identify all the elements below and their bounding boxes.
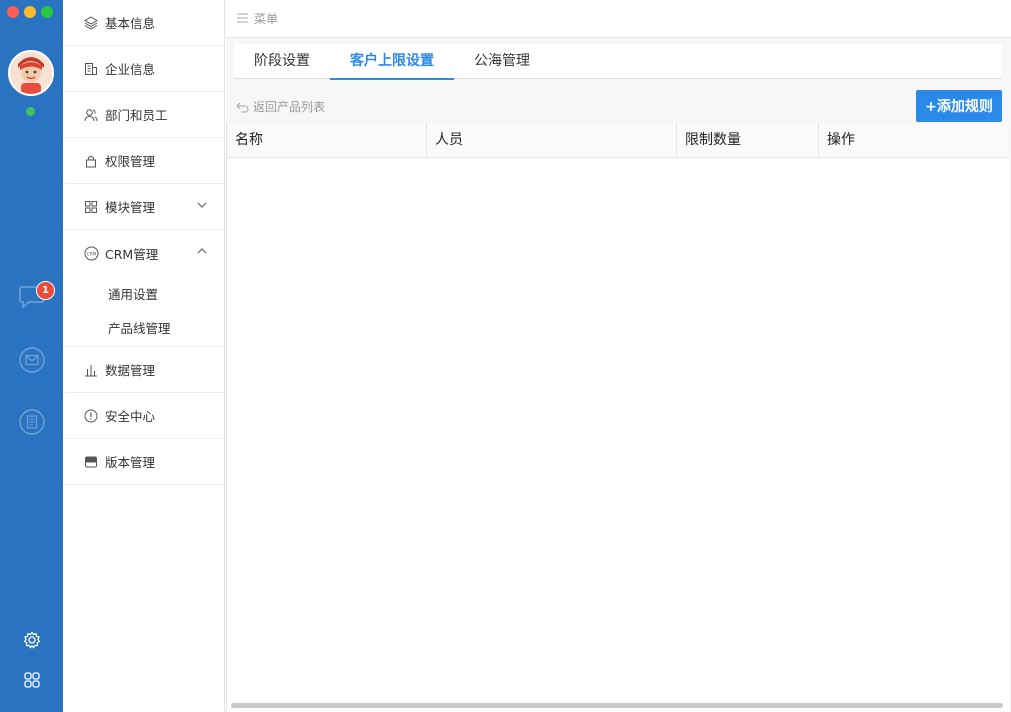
crm-icon: CRM: [83, 245, 99, 261]
online-status-dot: [26, 107, 35, 116]
column-header-limit: 限制数量: [677, 123, 819, 158]
sidebar-item-label: 版本管理: [105, 455, 156, 470]
sidebar-subitem-general-settings[interactable]: 通用设置: [63, 276, 224, 310]
crm-submenu: 通用设置 产品线管理: [63, 276, 224, 347]
sidebar-item-security[interactable]: 安全中心: [63, 393, 224, 439]
sidebar-item-crm[interactable]: CRM CRM管理: [63, 230, 224, 276]
mail-icon[interactable]: [16, 344, 48, 376]
chevron-down-icon[interactable]: [196, 199, 208, 211]
menu-icon[interactable]: [237, 12, 248, 26]
tab-bar: 阶段设置 客户上限设置 公海管理: [234, 44, 1002, 80]
add-rule-button[interactable]: +添加规则: [916, 90, 1002, 122]
unread-badge: 1: [36, 281, 55, 300]
avatar[interactable]: [8, 50, 54, 96]
sidebar-item-departments[interactable]: 部门和员工: [63, 92, 224, 138]
sidebar-item-version[interactable]: 版本管理: [63, 439, 224, 485]
settings-icon[interactable]: [16, 624, 48, 656]
horizontal-scrollbar[interactable]: [231, 703, 1003, 708]
back-to-product-list-link[interactable]: 返回产品列表: [236, 98, 325, 115]
top-bar: 菜单: [226, 0, 1011, 38]
menu-label[interactable]: 菜单: [254, 10, 278, 27]
document-icon[interactable]: [16, 406, 48, 438]
sidebar-item-label: 企业信息: [105, 62, 156, 77]
layers-icon: [83, 15, 99, 31]
lock-icon: [83, 153, 99, 169]
limit-rules-table: 名称 人员 限制数量 操作: [226, 123, 1009, 712]
sidebar-item-label: 数据管理: [105, 363, 156, 378]
chevron-up-icon[interactable]: [196, 245, 208, 257]
column-header-name: 名称: [227, 123, 427, 158]
version-icon: [83, 454, 99, 470]
tab-stage-settings[interactable]: 阶段设置: [234, 44, 330, 79]
toolbar: 返回产品列表 +添加规则: [226, 89, 1011, 122]
window-controls: [7, 6, 53, 18]
sidebar-item-label: 权限管理: [105, 154, 156, 169]
svg-text:CRM: CRM: [86, 251, 96, 256]
sidebar-item-modules[interactable]: 模块管理: [63, 184, 224, 230]
sidebar-item-permissions[interactable]: 权限管理: [63, 138, 224, 184]
settings-sidebar: 基本信息 企业信息 部门和员工 权限管理 模块管理 CRM CRM管理 通用设置…: [63, 0, 225, 712]
grid-icon: [83, 199, 99, 215]
users-icon: [83, 107, 99, 123]
sidebar-item-label: 基本信息: [105, 16, 156, 31]
apps-icon[interactable]: [16, 664, 48, 696]
sidebar-item-label: 模块管理: [105, 200, 156, 215]
tab-customer-limit-settings[interactable]: 客户上限设置: [330, 44, 454, 80]
undo-icon: [236, 102, 249, 113]
sidebar-item-label: CRM管理: [105, 246, 159, 262]
column-header-members: 人员: [427, 123, 677, 158]
table-header: 名称 人员 限制数量 操作: [227, 123, 1009, 158]
zoom-window-button[interactable]: [41, 6, 53, 18]
sidebar-item-label: 安全中心: [105, 409, 156, 424]
bar-chart-icon: [83, 362, 99, 378]
close-window-button[interactable]: [7, 6, 19, 18]
tab-public-pool[interactable]: 公海管理: [454, 44, 550, 79]
main-panel: 菜单 阶段设置 客户上限设置 公海管理 返回产品列表 +添加规则 名称 人员 限…: [226, 0, 1011, 712]
sidebar-item-data[interactable]: 数据管理: [63, 347, 224, 393]
minimize-window-button[interactable]: [24, 6, 36, 18]
column-header-actions: 操作: [827, 132, 855, 148]
building-icon: [83, 61, 99, 77]
sidebar-item-basic-info[interactable]: 基本信息: [63, 0, 224, 46]
sidebar-item-label: 部门和员工: [105, 108, 168, 123]
back-label: 返回产品列表: [253, 100, 326, 114]
left-rail: 1: [0, 0, 63, 712]
sidebar-item-company-info[interactable]: 企业信息: [63, 46, 224, 92]
alert-circle-icon: [83, 408, 99, 424]
sidebar-subitem-product-lines[interactable]: 产品线管理: [63, 310, 224, 344]
